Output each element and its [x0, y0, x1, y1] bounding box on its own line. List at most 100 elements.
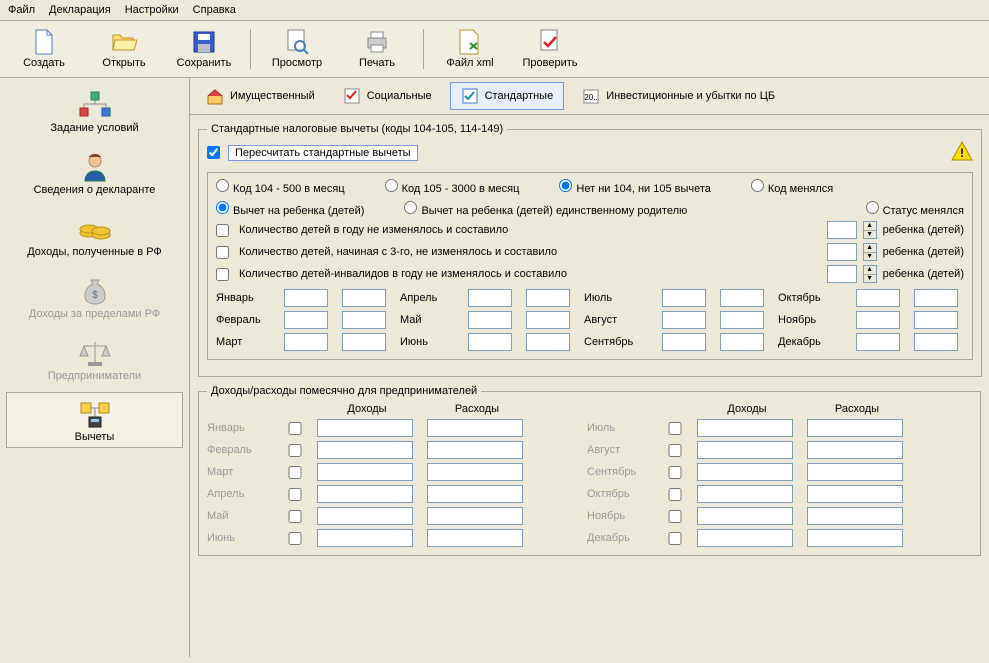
- ent-sep-income[interactable]: [697, 463, 793, 481]
- ent-apr-expense[interactable]: [427, 485, 523, 503]
- tab-invest[interactable]: 20.. Инвестиционные и убытки по ЦБ: [572, 83, 785, 109]
- ent-feb-check[interactable]: [287, 444, 303, 457]
- sidebar-item-entrepreneurs[interactable]: Предприниматели: [0, 330, 189, 388]
- ent-feb-label: Февраль: [207, 444, 277, 456]
- childcount3-input[interactable]: [827, 265, 857, 283]
- save-button[interactable]: Сохранить: [164, 27, 244, 71]
- ent-feb-income[interactable]: [317, 441, 413, 459]
- ent-apr-income[interactable]: [317, 485, 413, 503]
- ent-jan-income[interactable]: [317, 419, 413, 437]
- ent-dec-check[interactable]: [667, 532, 683, 545]
- month-jan-input2[interactable]: [342, 289, 386, 307]
- childcount3-checkbox[interactable]: [216, 268, 229, 281]
- radio-code105[interactable]: Код 105 - 3000 в месяц: [385, 179, 520, 195]
- month-sep-input2[interactable]: [720, 333, 764, 351]
- childcount3-spinner[interactable]: ▲▼: [863, 265, 877, 283]
- month-jul-input2[interactable]: [720, 289, 764, 307]
- sidebar-item-deductions[interactable]: Вычеты: [6, 392, 183, 448]
- month-apr-input1[interactable]: [468, 289, 512, 307]
- month-jan-input1[interactable]: [284, 289, 328, 307]
- radio-childded-single[interactable]: Вычет на ребенка (детей) единственному р…: [404, 201, 687, 217]
- childcount1-spinner[interactable]: ▲▼: [863, 221, 877, 239]
- ent-mar-expense[interactable]: [427, 463, 523, 481]
- radio-codechanged[interactable]: Код менялся: [751, 179, 833, 195]
- ent-nov-expense[interactable]: [807, 507, 903, 525]
- ent-nov-check[interactable]: [667, 510, 683, 523]
- month-nov-input2[interactable]: [914, 311, 958, 329]
- month-may-input1[interactable]: [468, 311, 512, 329]
- sidebar-item-conditions[interactable]: Задание условий: [0, 82, 189, 140]
- ent-oct-check[interactable]: [667, 488, 683, 501]
- month-oct-input1[interactable]: [856, 289, 900, 307]
- ent-jan-check[interactable]: [287, 422, 303, 435]
- radio-codenone[interactable]: Нет ни 104, ни 105 вычета: [559, 179, 710, 195]
- sidebar-item-income-abroad[interactable]: $ Доходы за пределами РФ: [0, 268, 189, 326]
- ent-jul-income[interactable]: [697, 419, 793, 437]
- print-button[interactable]: Печать: [337, 27, 417, 71]
- open-button[interactable]: Открыть: [84, 27, 164, 71]
- tab-property[interactable]: Имущественный: [196, 83, 325, 109]
- ent-jun-check[interactable]: [287, 532, 303, 545]
- sidebar-item-income-rf[interactable]: Доходы, полученные в РФ: [0, 206, 189, 264]
- ent-jan-expense[interactable]: [427, 419, 523, 437]
- menu-help[interactable]: Справка: [193, 4, 236, 16]
- radio-childded[interactable]: Вычет на ребенка (детей): [216, 201, 364, 217]
- ent-mar-income[interactable]: [317, 463, 413, 481]
- month-feb-input2[interactable]: [342, 311, 386, 329]
- ent-oct-income[interactable]: [697, 485, 793, 503]
- month-jul-input1[interactable]: [662, 289, 706, 307]
- menu-file[interactable]: Файл: [8, 4, 35, 16]
- menu-declaration[interactable]: Декларация: [49, 4, 111, 16]
- radio-code104[interactable]: Код 104 - 500 в месяц: [216, 179, 345, 195]
- month-nov-input1[interactable]: [856, 311, 900, 329]
- month-jun-input2[interactable]: [526, 333, 570, 351]
- ent-aug-expense[interactable]: [807, 441, 903, 459]
- ent-jun-income[interactable]: [317, 529, 413, 547]
- childcount1-input[interactable]: [827, 221, 857, 239]
- radio-statuschanged[interactable]: Статус менялся: [866, 201, 964, 217]
- ent-dec-expense[interactable]: [807, 529, 903, 547]
- month-mar-input2[interactable]: [342, 333, 386, 351]
- svg-text:!: !: [960, 146, 964, 160]
- ent-mar-check[interactable]: [287, 466, 303, 479]
- month-sep-input1[interactable]: [662, 333, 706, 351]
- month-may-input2[interactable]: [526, 311, 570, 329]
- ent-dec-income[interactable]: [697, 529, 793, 547]
- ent-jun-expense[interactable]: [427, 529, 523, 547]
- check-button[interactable]: Проверить: [510, 27, 590, 71]
- month-aug-input2[interactable]: [720, 311, 764, 329]
- ent-may-income[interactable]: [317, 507, 413, 525]
- ent-feb-expense[interactable]: [427, 441, 523, 459]
- create-button[interactable]: Создать: [4, 27, 84, 71]
- month-aug-input1[interactable]: [662, 311, 706, 329]
- ent-sep-expense[interactable]: [807, 463, 903, 481]
- preview-button[interactable]: Просмотр: [257, 27, 337, 71]
- tab-social[interactable]: Социальные: [333, 83, 442, 109]
- childcount2-input[interactable]: [827, 243, 857, 261]
- month-apr-input2[interactable]: [526, 289, 570, 307]
- childcount2-checkbox[interactable]: [216, 246, 229, 259]
- ent-jul-check[interactable]: [667, 422, 683, 435]
- month-mar-input1[interactable]: [284, 333, 328, 351]
- ent-aug-check[interactable]: [667, 444, 683, 457]
- ent-sep-check[interactable]: [667, 466, 683, 479]
- ent-may-check[interactable]: [287, 510, 303, 523]
- ent-nov-income[interactable]: [697, 507, 793, 525]
- sidebar-item-declarant[interactable]: Сведения о декларанте: [0, 144, 189, 202]
- ent-may-expense[interactable]: [427, 507, 523, 525]
- ent-apr-check[interactable]: [287, 488, 303, 501]
- month-dec-input1[interactable]: [856, 333, 900, 351]
- ent-jul-expense[interactable]: [807, 419, 903, 437]
- childcount1-checkbox[interactable]: [216, 224, 229, 237]
- filexml-button[interactable]: Файл xml: [430, 27, 510, 71]
- menu-settings[interactable]: Настройки: [125, 4, 179, 16]
- month-oct-input2[interactable]: [914, 289, 958, 307]
- month-dec-input2[interactable]: [914, 333, 958, 351]
- ent-aug-income[interactable]: [697, 441, 793, 459]
- tab-standard[interactable]: Стандартные: [450, 82, 565, 110]
- ent-oct-expense[interactable]: [807, 485, 903, 503]
- recalc-checkbox[interactable]: [207, 146, 220, 159]
- month-feb-input1[interactable]: [284, 311, 328, 329]
- childcount2-spinner[interactable]: ▲▼: [863, 243, 877, 261]
- month-jun-input1[interactable]: [468, 333, 512, 351]
